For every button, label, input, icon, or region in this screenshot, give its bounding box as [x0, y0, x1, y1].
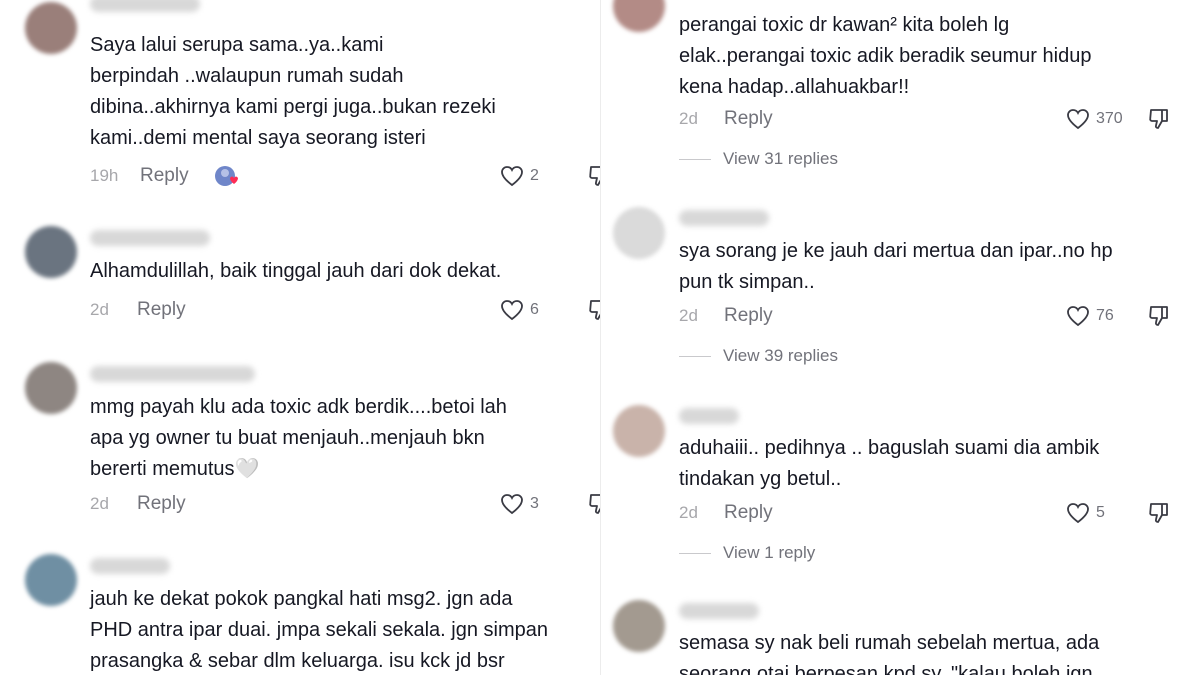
username-blurred[interactable]: [90, 0, 200, 12]
avatar[interactable]: [613, 207, 665, 259]
avatar[interactable]: [613, 0, 665, 32]
like-button[interactable]: 5: [1066, 501, 1105, 525]
view-replies-button[interactable]: View 1 reply: [679, 543, 815, 563]
avatar[interactable]: [613, 600, 665, 652]
comment-actions: 2d Reply 3: [90, 490, 600, 518]
thumbs-down-outline-icon: [589, 300, 600, 320]
comment-actions: 2d Reply 6: [90, 296, 600, 324]
thumbs-down-outline-icon: [1149, 109, 1168, 129]
comment-time: 2d: [90, 494, 109, 513]
username-blurred[interactable]: [90, 558, 170, 574]
comment-text: Saya lalui serupa sama..ya..kami berpind…: [90, 34, 496, 149]
reply-button[interactable]: Reply: [137, 296, 186, 324]
heart-outline-icon: [1067, 109, 1089, 130]
like-count: 2: [530, 167, 539, 184]
reply-button[interactable]: Reply: [137, 490, 186, 518]
comment-text: Alhamdulillah, baik tinggal jauh dari do…: [90, 260, 502, 282]
username-blurred[interactable]: [679, 603, 759, 619]
comments-column-right: perangai toxic dr kawan² kita boleh lg e…: [600, 0, 1200, 675]
dislike-button[interactable]: [587, 164, 600, 188]
comment-time: 2d: [679, 306, 698, 325]
like-button[interactable]: 3: [500, 492, 539, 516]
heart-outline-icon: [501, 494, 523, 515]
view-replies-label: View 31 replies: [723, 149, 838, 168]
comment-actions: 2d Reply 76: [679, 302, 1199, 330]
thumbs-down-outline-icon: [1149, 306, 1168, 326]
comment-time: 19h: [90, 166, 119, 185]
comment-actions: 2d Reply 5: [679, 499, 1199, 527]
creator-liked-badge-icon: [214, 163, 240, 189]
divider: [679, 552, 711, 554]
like-count: 3: [530, 495, 539, 512]
username-blurred[interactable]: [90, 366, 255, 382]
like-button[interactable]: 2: [500, 164, 539, 188]
heart-outline-icon: [1067, 306, 1089, 327]
comment-time: 2d: [679, 109, 698, 128]
comment-text: aduhaiii.. pedihnya .. baguslah suami di…: [679, 437, 1100, 490]
view-replies-label: View 39 replies: [723, 346, 838, 365]
reply-button[interactable]: Reply: [724, 105, 773, 133]
reply-button[interactable]: Reply: [724, 499, 773, 527]
comment-actions: 19h Reply 2: [90, 162, 600, 190]
heart-outline-icon: [1067, 503, 1089, 524]
comment-text: mmg payah klu ada toxic adk berdik....be…: [90, 396, 507, 480]
heart-outline-icon: [501, 166, 523, 187]
comment-text: semasa sy nak beli rumah sebelah mertua,…: [679, 632, 1100, 675]
like-count: 76: [1096, 307, 1114, 324]
dislike-button[interactable]: [1147, 304, 1171, 328]
reply-button[interactable]: Reply: [724, 302, 773, 330]
reply-button[interactable]: Reply: [140, 162, 189, 190]
view-replies-label: View 1 reply: [723, 543, 816, 562]
comments-column-left: Saya lalui serupa sama..ya..kami berpind…: [0, 0, 600, 675]
comment-text: jauh ke dekat pokok pangkal hati msg2. j…: [90, 588, 548, 672]
avatar[interactable]: [25, 362, 77, 414]
like-button[interactable]: 76: [1066, 304, 1114, 328]
username-blurred[interactable]: [679, 408, 739, 424]
view-replies-button[interactable]: View 39 replies: [679, 346, 838, 366]
comment-time: 2d: [679, 503, 698, 522]
dislike-button[interactable]: [587, 298, 600, 322]
thumbs-down-outline-icon: [589, 166, 600, 186]
avatar[interactable]: [25, 554, 77, 606]
divider: [679, 355, 711, 357]
dislike-button[interactable]: [1147, 107, 1171, 131]
like-count: 5: [1096, 504, 1105, 521]
dislike-button[interactable]: [1147, 501, 1171, 525]
dislike-button[interactable]: [587, 492, 600, 516]
like-button[interactable]: 370: [1066, 107, 1123, 131]
like-count: 6: [530, 301, 539, 318]
avatar[interactable]: [25, 226, 77, 278]
like-count: 370: [1096, 110, 1123, 127]
avatar[interactable]: [613, 405, 665, 457]
view-replies-button[interactable]: View 31 replies: [679, 149, 838, 169]
comment-text: sya sorang je ke jauh dari mertua dan ip…: [679, 240, 1113, 293]
username-blurred[interactable]: [679, 210, 769, 226]
heart-outline-icon: [501, 300, 523, 321]
comment-actions: 2d Reply 370: [679, 105, 1199, 133]
avatar[interactable]: [25, 2, 77, 54]
divider: [679, 158, 711, 160]
thumbs-down-outline-icon: [589, 494, 600, 514]
comment-text: perangai toxic dr kawan² kita boleh lg e…: [679, 14, 1092, 98]
thumbs-down-outline-icon: [1149, 503, 1168, 523]
comment-time: 2d: [90, 300, 109, 319]
like-button[interactable]: 6: [500, 298, 539, 322]
username-blurred[interactable]: [90, 230, 210, 246]
